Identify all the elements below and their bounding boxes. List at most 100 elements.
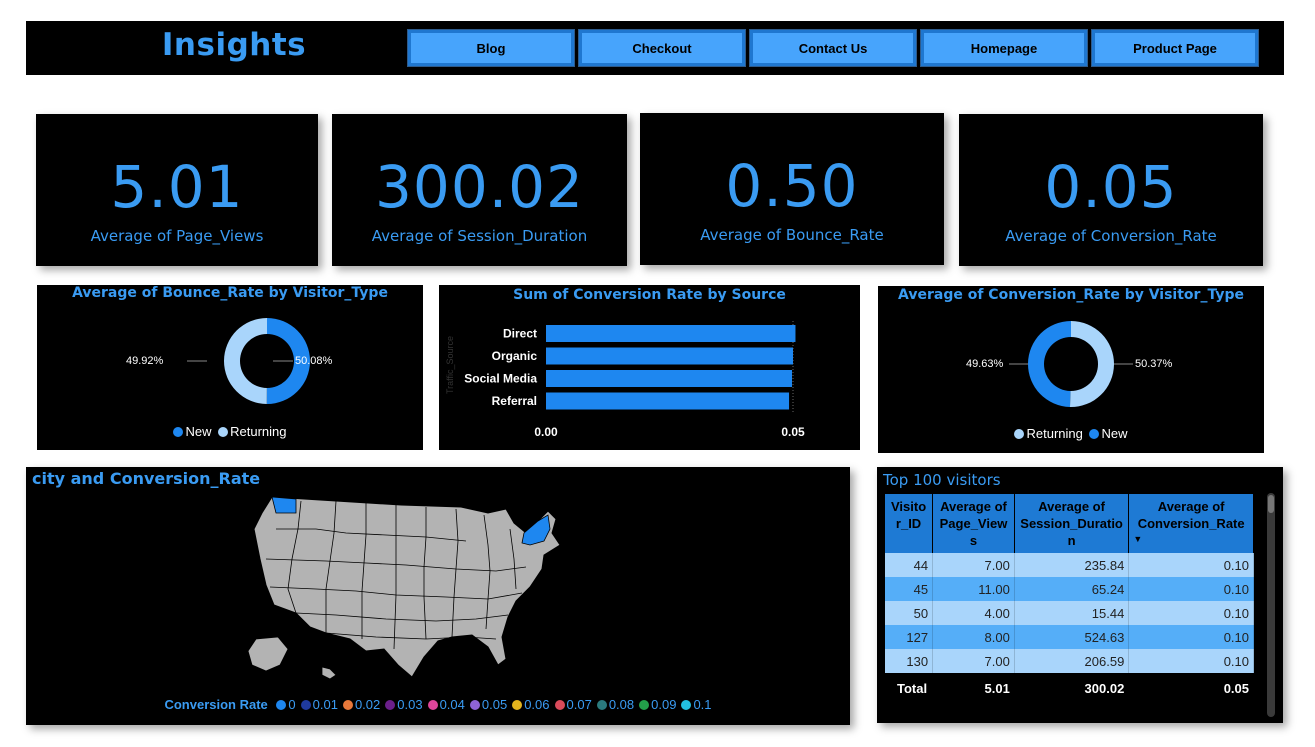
- legend-dot-icon: [469, 700, 480, 710]
- top-visitors-table-panel[interactable]: Top 100 visitors Visito r_ID Average of …: [877, 467, 1283, 723]
- donut-left-pct: 49.92%: [126, 355, 164, 367]
- nav-button-blog[interactable]: Blog: [407, 29, 575, 67]
- kpi-card-bounce-rate[interactable]: 0.50 Average of Bounce_Rate: [640, 113, 944, 265]
- legend-dot-icon: [639, 700, 650, 710]
- legend-dot-icon: [554, 700, 565, 710]
- kpi-card-session-duration[interactable]: 300.02 Average of Session_Duration: [332, 114, 627, 266]
- map-legend-item[interactable]: 0.02: [342, 697, 381, 712]
- conversion-rate-donut-panel[interactable]: Average of Conversion_Rate by Visitor_Ty…: [878, 286, 1264, 453]
- nav-button-contact-us[interactable]: Contact Us: [749, 29, 917, 67]
- nav-button-product-page[interactable]: Product Page: [1091, 29, 1259, 67]
- map-legend-item[interactable]: 0.05: [469, 697, 507, 712]
- legend-label[interactable]: Returning: [1026, 426, 1082, 441]
- legend-dot-icon: [173, 427, 184, 437]
- map-legend-item[interactable]: 0.01: [300, 697, 338, 712]
- kpi-value: 0.50: [725, 152, 859, 220]
- table-header-row: Visito r_ID Average of Page_View s Avera…: [885, 494, 1254, 553]
- table-row[interactable]: 44 7.00 235.84 0.10: [885, 553, 1254, 577]
- category-label: Social Media: [464, 372, 537, 386]
- legend-dot-icon: [596, 700, 607, 710]
- map-legend-item[interactable]: 0.08: [596, 697, 634, 712]
- table-cell: 0.10: [1128, 625, 1254, 649]
- col-header-visitor-id[interactable]: Visito r_ID: [885, 494, 934, 553]
- table-cell: 4.00: [932, 601, 1015, 625]
- table-cell: 8.00: [932, 625, 1015, 649]
- map-legend-item[interactable]: 0.07: [554, 697, 592, 712]
- state-washington: [271, 496, 297, 514]
- state-alaska: [247, 636, 289, 672]
- map-legend-item[interactable]: 0.04: [427, 697, 465, 712]
- usa-landmass: [253, 496, 561, 678]
- total-cell: 0.05: [1128, 673, 1254, 703]
- legend-label: 0.07: [566, 697, 592, 712]
- panel-title: city and Conversion_Rate: [32, 469, 261, 488]
- table-scrollbar[interactable]: [1267, 493, 1275, 717]
- table-body: 44 7.00 235.84 0.10 45 11.00 65.24 0.10 50 4.00 15…: [885, 553, 1254, 673]
- sort-desc-icon[interactable]: ▼: [1133, 534, 1249, 544]
- bar-chart: Traffic_Source Direct Organic Social Media…: [445, 321, 805, 439]
- legend-label[interactable]: New: [185, 424, 211, 439]
- map-legend: Conversion Rate 0 0.01 0.02 0.03 0.04 0.05 0.0…: [26, 697, 850, 712]
- donut-slice-new: [1027, 321, 1071, 407]
- table-cell: 0.10: [1128, 601, 1254, 625]
- map-legend-items: 0 0.01 0.02 0.03 0.04 0.05 0.06 0.07 0.08 0.09 0.1: [271, 697, 712, 712]
- legend-dot-icon: [300, 700, 311, 710]
- col-header-conversion-rate[interactable]: Average of Conversion_Rate ▼: [1128, 494, 1254, 553]
- table-row[interactable]: 130 7.00 206.59 0.10: [885, 649, 1254, 673]
- map-legend-item[interactable]: 0: [276, 697, 296, 712]
- x-tick-label: 0.05: [781, 425, 805, 439]
- table-cell: 45: [885, 577, 934, 601]
- table-wrapper: Visito r_ID Average of Page_View s Avera…: [885, 494, 1257, 703]
- bar-series: Direct Organic Social Media Referral 0.00 0.0…: [464, 321, 805, 439]
- col-header-session-duration[interactable]: Average of Session_Duratio n: [1014, 494, 1130, 553]
- table-cell: 206.59: [1014, 649, 1130, 673]
- kpi-value: 300.02: [375, 153, 584, 221]
- map-legend-item[interactable]: 0.06: [512, 697, 550, 712]
- donut-slice-returning: [1070, 321, 1114, 407]
- kpi-card-conversion-rate[interactable]: 0.05 Average of Conversion_Rate: [959, 114, 1263, 266]
- table-row[interactable]: 45 11.00 65.24 0.10: [885, 577, 1254, 601]
- map-legend-item[interactable]: 0.1: [681, 697, 712, 712]
- legend-label: 0.1: [693, 697, 712, 712]
- nav-button-checkout[interactable]: Checkout: [578, 29, 746, 67]
- legend-label[interactable]: Returning: [230, 424, 286, 439]
- bar-direct: [546, 325, 796, 342]
- conversion-by-source-panel[interactable]: Sum of Conversion Rate by Source Traffic…: [439, 285, 860, 450]
- us-map[interactable]: [226, 489, 606, 689]
- kpi-card-page-views[interactable]: 5.01 Average of Page_Views: [36, 114, 318, 266]
- total-cell: 5.01: [932, 673, 1015, 703]
- map-panel[interactable]: city and Conversion_Rate Conversion Rate: [26, 467, 850, 725]
- legend-dot-icon: [342, 700, 353, 710]
- map-legend-item[interactable]: 0.03: [385, 697, 423, 712]
- category-label: Direct: [503, 327, 537, 341]
- table-row[interactable]: 50 4.00 15.44 0.10: [885, 601, 1254, 625]
- legend-dot-icon: [681, 700, 692, 710]
- col-header-page-views[interactable]: Average of Page_View s: [932, 494, 1015, 553]
- legend-label[interactable]: New: [1101, 426, 1127, 441]
- table-row[interactable]: 127 8.00 524.63 0.10: [885, 625, 1254, 649]
- legend-dot-icon: [512, 700, 523, 710]
- table-cell: 0.10: [1128, 649, 1254, 673]
- bounce-rate-donut-panel[interactable]: Average of Bounce_Rate by Visitor_Type 4…: [37, 285, 423, 450]
- table-cell: 0.10: [1128, 577, 1254, 601]
- table-cell: 50: [885, 601, 934, 625]
- kpi-value: 0.05: [1044, 153, 1178, 221]
- kpi-label: Average of Bounce_Rate: [700, 226, 884, 244]
- bar-social-media: [546, 370, 793, 387]
- bar-organic: [546, 347, 793, 365]
- category-label: Referral: [492, 394, 537, 408]
- panel-title: Top 100 visitors: [883, 471, 1001, 489]
- legend-label: 0.09: [651, 697, 677, 712]
- legend-dot-icon: [385, 700, 396, 710]
- legend-label: 0: [288, 697, 296, 712]
- legend-dot-icon: [1014, 429, 1025, 439]
- donut-slice-returning: [223, 318, 267, 404]
- donut-left-pct: 49.63%: [966, 358, 1004, 370]
- legend-label: 0.02: [354, 697, 381, 712]
- visitors-table: Visito r_ID Average of Page_View s Avera…: [885, 494, 1254, 703]
- col-header-label: Average of Conversion_Rate: [1137, 499, 1245, 531]
- page-title: Insights: [161, 27, 307, 63]
- nav-button-homepage[interactable]: Homepage: [920, 29, 1088, 67]
- map-legend-item[interactable]: 0.09: [639, 697, 676, 712]
- scrollbar-thumb[interactable]: [1268, 495, 1274, 513]
